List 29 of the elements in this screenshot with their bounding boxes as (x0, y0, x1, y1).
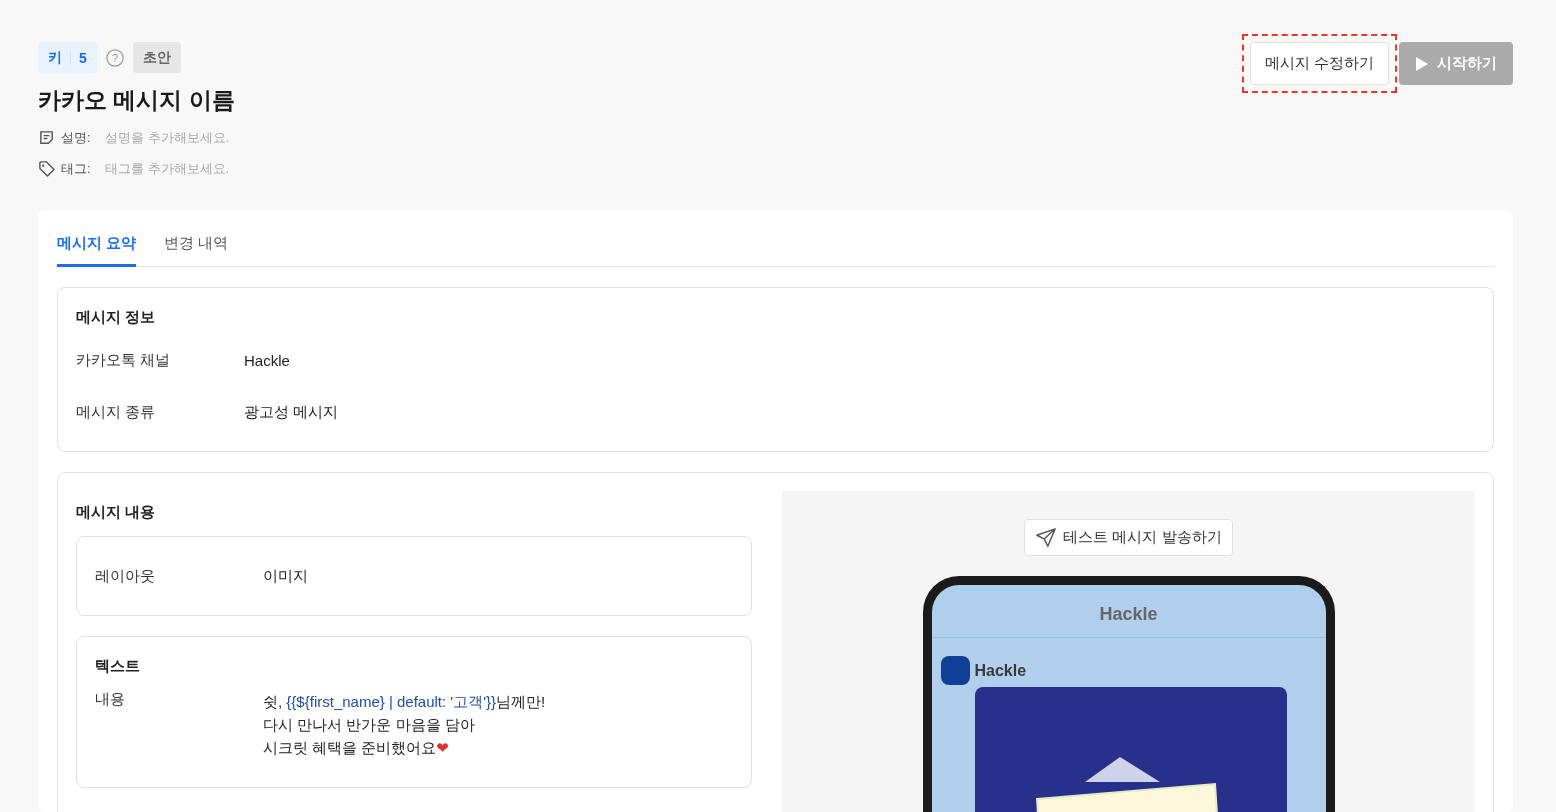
field-value: 이미지 (263, 566, 308, 586)
section-title: 텍스트 (95, 657, 141, 676)
send-test-button[interactable]: 테스트 메시지 발송하기 (1024, 519, 1233, 556)
send-icon (1035, 526, 1058, 549)
key-value: 5 (79, 49, 87, 66)
field-value: 광고성 메시지 (244, 402, 339, 422)
help-icon[interactable]: ? (105, 48, 124, 67)
tab[interactable]: 메시지 요약 (57, 234, 137, 267)
field-label: 내용 (95, 690, 126, 709)
section-title: 메시지 정보 (76, 308, 157, 327)
play-icon (1415, 55, 1429, 72)
status-badge: 초안 (132, 42, 181, 73)
field-label: 메시지 종류 (76, 402, 157, 422)
key-label: 키 (48, 48, 62, 67)
field-label: 레이아웃 (95, 566, 156, 586)
message-title: 카카오 메시지 이름 (38, 86, 235, 115)
chat-title: Hackle (931, 585, 1326, 638)
sender-name: Hackle (974, 661, 1027, 680)
edit-message-button[interactable]: 메시지 수정하기 (1249, 42, 1389, 85)
note-icon (38, 129, 55, 146)
section-title: 메시지 내용 (76, 503, 157, 522)
message-text: 쉿, {{${first_name} | default: '고객'}}님께만! 다시 만나서 반가운 마음을 담아 시크릿 혜택을 준비했어요❤ (263, 692, 546, 758)
avatar (940, 656, 970, 685)
meta-label: 설명: (61, 128, 92, 147)
field-value: Hackle (244, 351, 290, 369)
tab[interactable]: 변경 내역 (164, 234, 229, 267)
field-label: 카카오톡 채널 (76, 350, 172, 370)
meta-label: 태그: (61, 159, 92, 178)
tag-icon (38, 160, 55, 177)
